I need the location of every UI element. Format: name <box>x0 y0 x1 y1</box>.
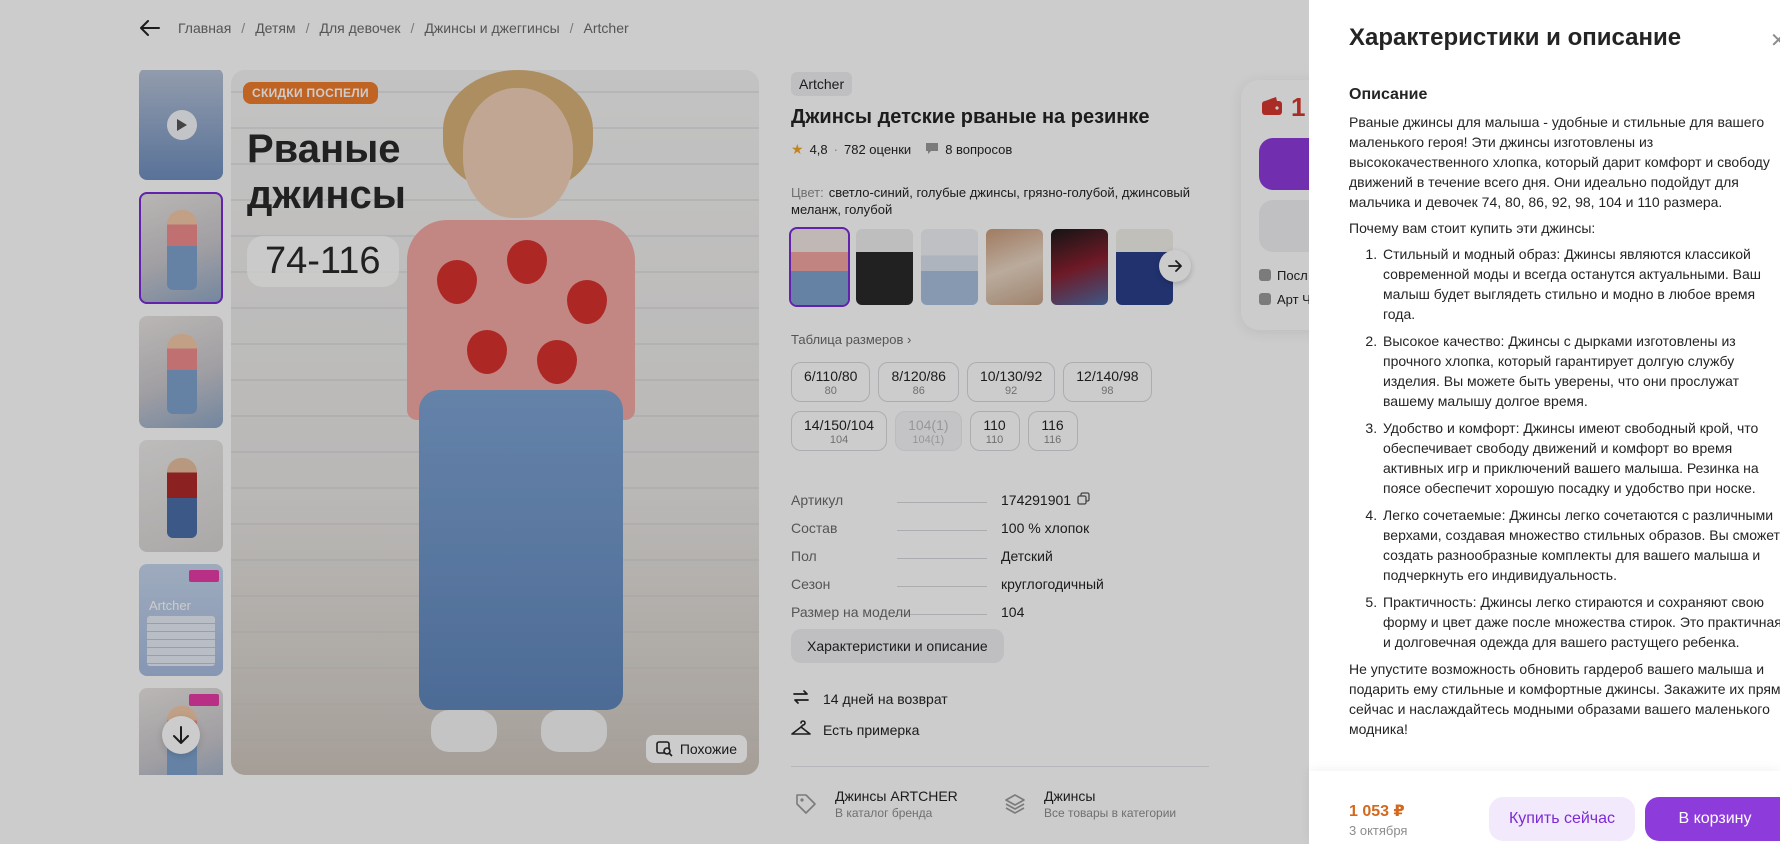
add-to-cart-button[interactable]: В корзину <box>1645 797 1780 841</box>
drawer-title: Характеристики и описание <box>1349 24 1682 51</box>
description-point: Высокое качество: Джинсы с дырками изгот… <box>1381 331 1780 411</box>
description-points: Стильный и модный образ: Джинсы являются… <box>1349 244 1780 652</box>
description-heading: Описание <box>1349 86 1428 103</box>
characteristics-drawer: Характеристики и описание ✕ Описание Рва… <box>1309 0 1780 844</box>
footer-delivery-date: 3 октября <box>1349 823 1408 838</box>
drawer-footer: 1 053 ₽ 3 октября Купить сейчас В корзин… <box>1309 771 1780 844</box>
description-intro: Рваные джинсы для малыша - удобные и сти… <box>1349 114 1770 210</box>
description-point: Удобство и комфорт: Джинсы имеют свободн… <box>1381 418 1780 498</box>
footer-price: 1 053 ₽ <box>1349 803 1405 820</box>
description-point: Стильный и модный образ: Джинсы являются… <box>1381 244 1780 324</box>
close-icon[interactable]: ✕ <box>1770 28 1780 53</box>
description-point: Легко сочетаемые: Джинсы легко сочетаютс… <box>1381 505 1780 585</box>
description-why: Почему вам стоит купить эти джинсы: <box>1349 220 1596 236</box>
description-outro: Не упустите возможность обновить гардеро… <box>1349 661 1780 737</box>
drawer-body: Описание Рваные джинсы для малыша - удоб… <box>1349 86 1780 766</box>
description-point: Практичность: Джинсы легко стираются и с… <box>1381 592 1780 652</box>
buy-now-button[interactable]: Купить сейчас <box>1489 797 1635 841</box>
